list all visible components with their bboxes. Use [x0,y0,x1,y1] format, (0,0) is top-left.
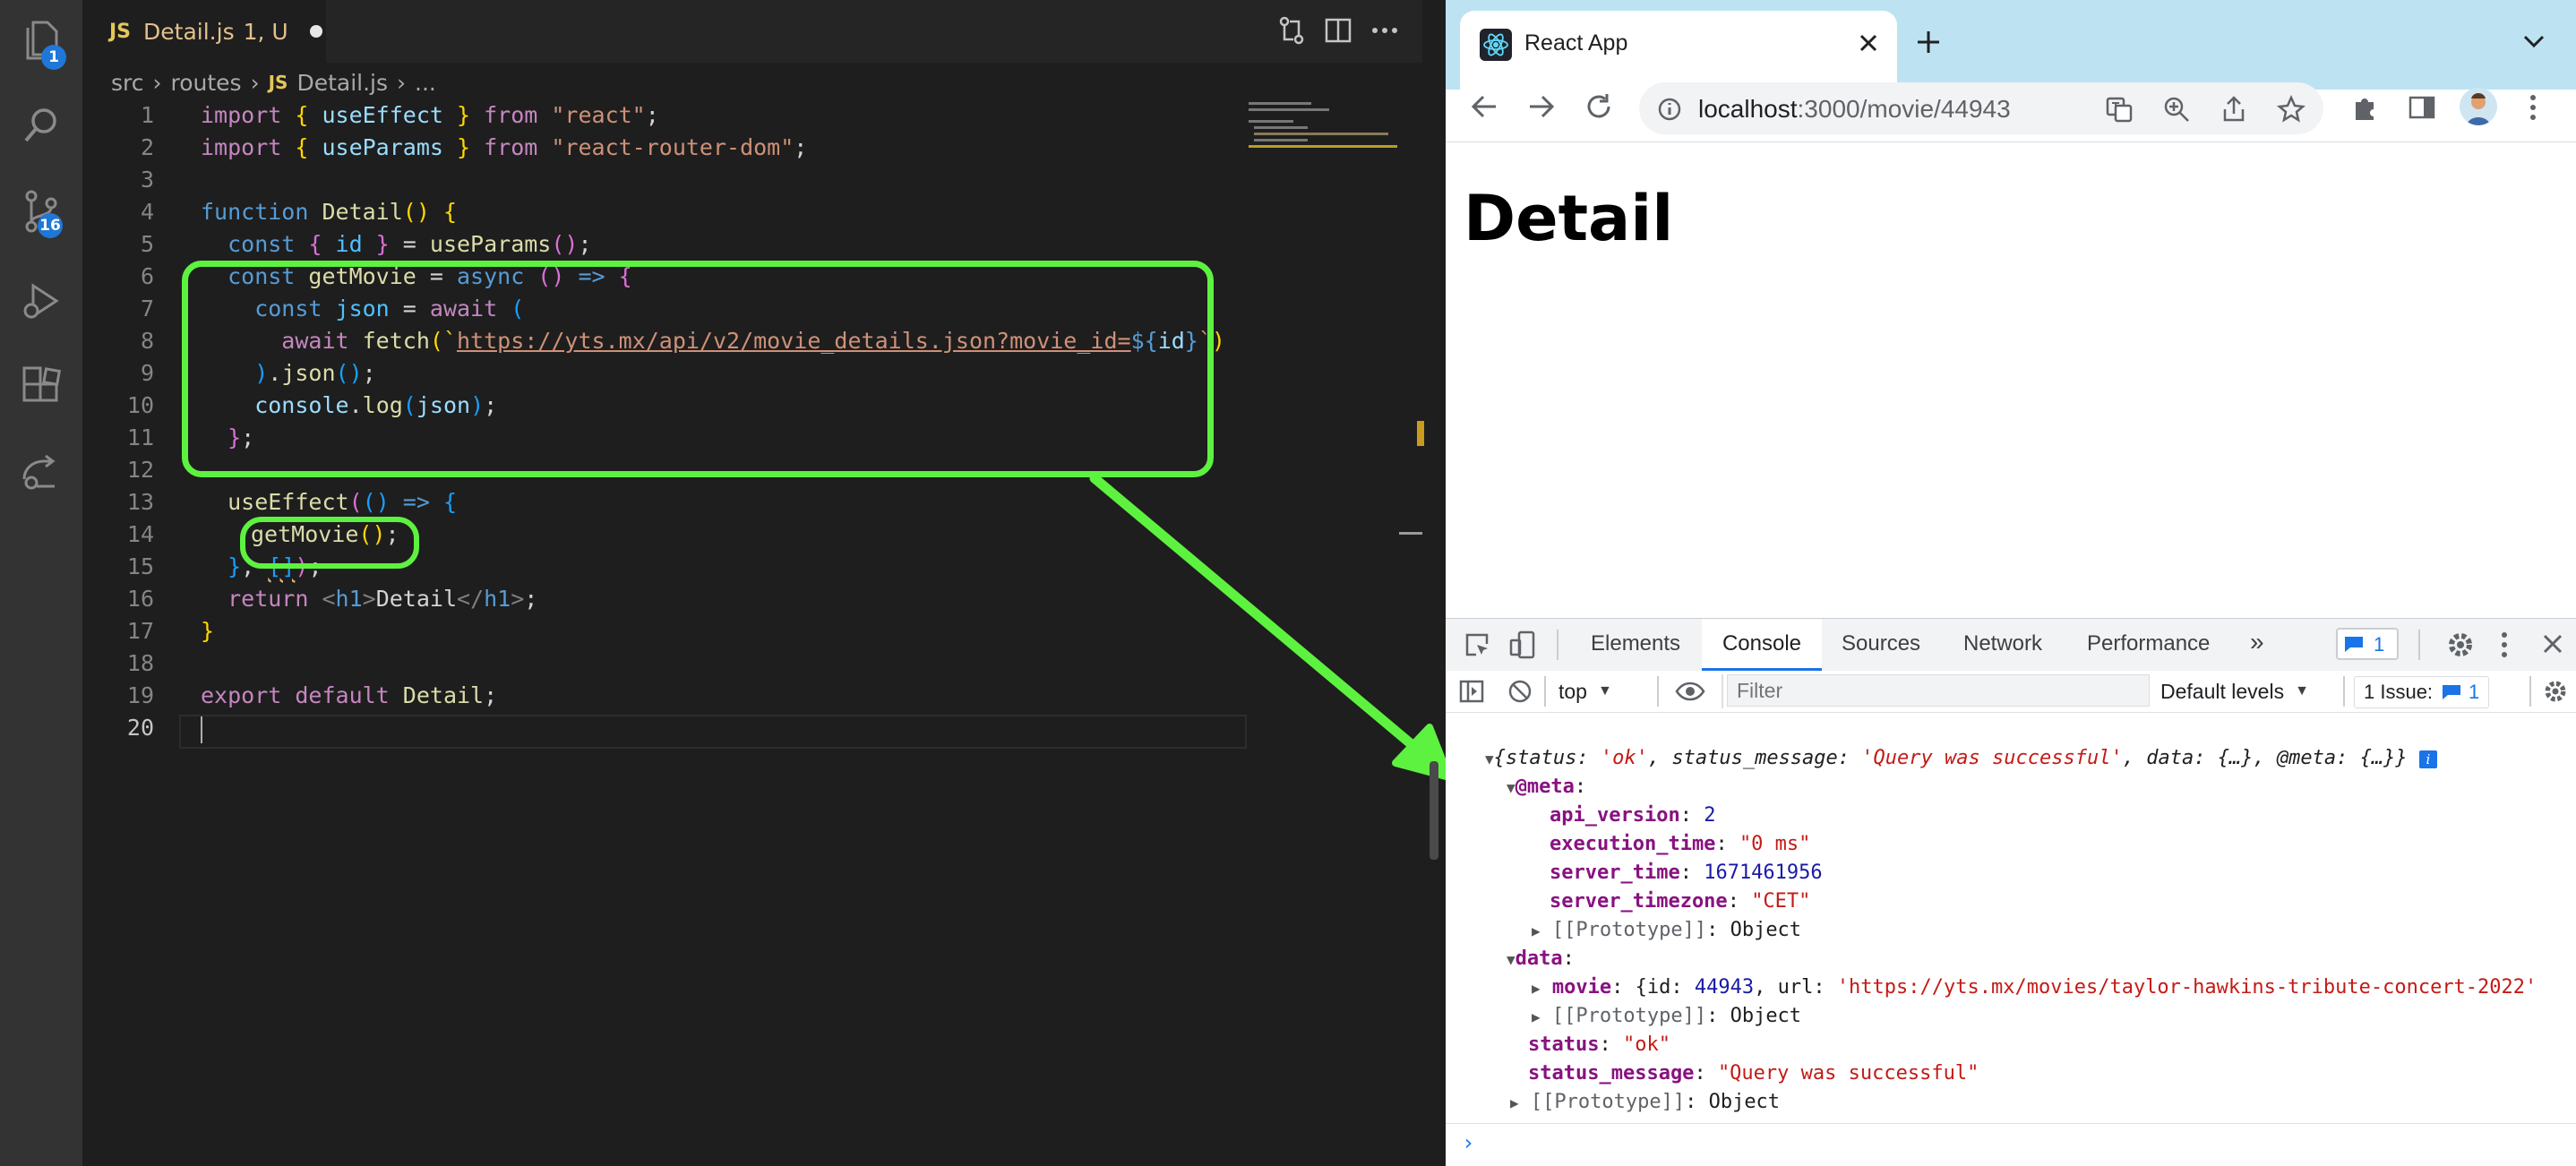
devtools-tab-network[interactable]: Network [1963,631,2042,656]
reload-icon[interactable] [1584,91,1614,125]
devtools-settings-icon[interactable] [2445,630,2476,664]
back-icon[interactable] [1469,93,1499,124]
address-bar[interactable]: localhost:3000/movie/44943 [1639,82,2323,134]
show-sidebar-icon[interactable] [1458,678,1485,708]
data-node[interactable]: ▼data: [1507,947,1575,970]
log-prototype[interactable]: ▶ [[Prototype]]: Object [1510,1091,1780,1113]
new-tab-icon[interactable] [1915,29,1942,59]
collapse-triangle-icon: ▶ [1532,980,1541,997]
devtools-tab-console[interactable]: Console [1702,619,1822,671]
console-toolbar: top ▼ Default levels ▼ 1 Issue: 1 [1446,671,2576,713]
message-icon [2345,637,2363,652]
meta-server-timezone: server_timezone: "CET" [1550,890,1811,913]
collapse-triangle-icon: ▶ [1532,1008,1541,1025]
meta-node[interactable]: ▼@meta: [1507,776,1586,798]
zoom-icon[interactable] [2162,95,2191,127]
more-tabs-chevron-icon[interactable]: » [2250,628,2264,656]
dropdown-arrow-icon: ▼ [2295,683,2309,699]
messages-count: 1 [2374,633,2385,656]
issues-button[interactable]: 1 Issue: 1 [2354,676,2490,708]
chrome-menu-icon[interactable] [2526,93,2540,125]
share-icon[interactable] [2220,95,2248,127]
clear-console-icon[interactable] [1507,678,1533,708]
console-output: ▼{status: 'ok', status_message: 'Query w… [1446,713,2576,1166]
translate-icon[interactable] [2105,95,2134,127]
tab-search-chevron-icon[interactable] [2522,32,2546,54]
web-page-viewport: Detail [1446,141,2576,619]
profile-avatar[interactable] [2460,88,2497,125]
live-expression-eye-icon[interactable] [1675,678,1705,708]
browser-tab-title: React App [1524,30,1628,56]
devtools-tab-performance[interactable]: Performance [2087,631,2210,656]
meta-server-time: server_time: 1671461956 [1550,862,1823,884]
device-toolbar-icon[interactable] [1508,630,1537,664]
collapse-triangle-icon: ▶ [1510,1094,1519,1111]
log-status-message: status_message: "Query was successful" [1528,1062,1979,1085]
url-text: localhost:3000/movie/44943 [1698,95,2011,123]
bookmark-star-icon[interactable] [2277,94,2306,127]
meta-execution-time: execution_time: "0 ms" [1550,833,1811,855]
devtools-tab-bar: Elements Console Sources Network Perform… [1446,618,2576,672]
browser-tab-react-app[interactable]: React App [1460,11,1897,90]
editor-scrollbar-thumb[interactable] [1430,761,1438,860]
context-selector[interactable]: top ▼ [1558,671,1612,712]
page-heading: Detail [1464,182,1674,255]
react-favicon-icon [1480,29,1512,64]
site-info-icon[interactable] [1657,97,1682,125]
log-summary[interactable]: ▼{status: 'ok', status_message: 'Query w… [1485,747,2437,769]
close-tab-icon[interactable] [1858,32,1879,57]
console-settings-icon[interactable] [2542,678,2569,708]
console-prompt-chevron-icon[interactable]: › [1462,1130,1474,1155]
devtools-messages-button[interactable]: 1 [2336,628,2399,660]
inspect-element-icon[interactable] [1464,631,1492,664]
info-icon[interactable]: i [2418,750,2437,768]
side-panel-icon[interactable] [2408,93,2436,125]
extensions-puzzle-icon[interactable] [2350,93,2379,125]
log-levels-dropdown[interactable]: Default levels ▼ [2160,671,2309,712]
data-movie[interactable]: ▶ movie: {id: 44943, url: 'https://yts.m… [1532,976,2537,999]
data-prototype[interactable]: ▶ [[Prototype]]: Object [1532,1005,1801,1027]
meta-api-version: api_version: 2 [1550,804,1716,827]
expand-triangle-icon: ▼ [1485,750,1494,767]
expand-triangle-icon: ▼ [1507,951,1516,968]
collapse-triangle-icon: ▶ [1532,922,1541,939]
message-icon [2443,685,2461,699]
devtools-close-icon[interactable] [2542,633,2563,658]
devtools-tab-elements[interactable]: Elements [1591,631,1680,656]
devtools-tab-sources[interactable]: Sources [1842,631,1920,656]
console-filter-input[interactable] [1727,674,2150,707]
log-status: status: "ok" [1528,1033,1670,1056]
expand-triangle-icon: ▼ [1507,779,1516,796]
devtools-menu-icon[interactable] [2499,630,2510,664]
dropdown-arrow-icon: ▼ [1597,683,1612,699]
forward-icon[interactable] [1526,93,1557,124]
meta-prototype[interactable]: ▶ [[Prototype]]: Object [1532,919,1801,941]
